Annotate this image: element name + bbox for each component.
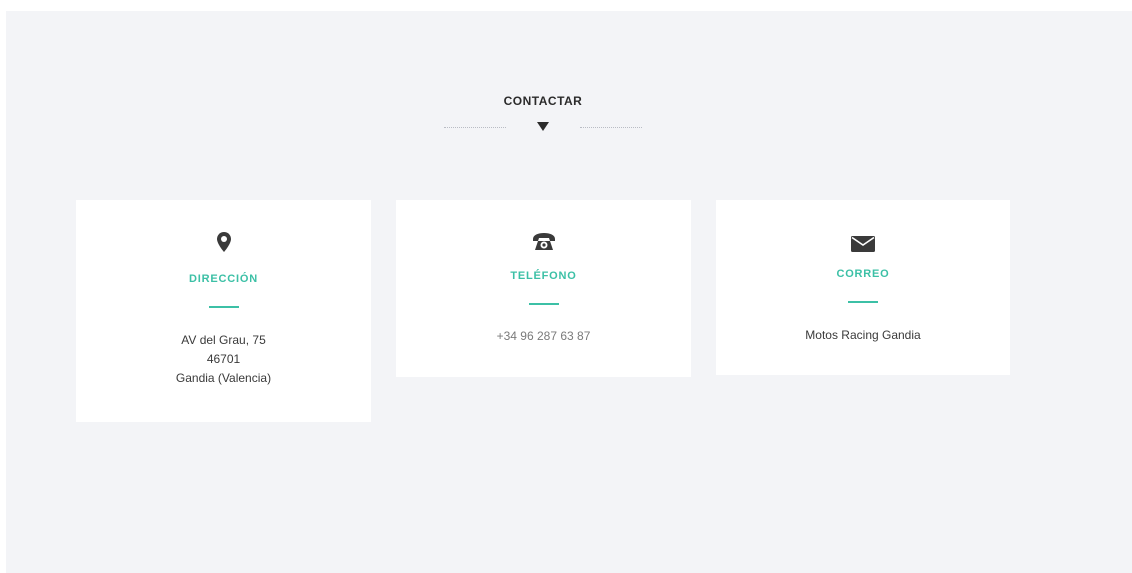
email-link[interactable]: Motos Racing Gandia <box>716 326 1010 345</box>
card-accent-bar <box>208 306 239 308</box>
email-card: CORREO Motos Racing Gandia <box>716 200 1010 375</box>
card-title-address: DIRECCIÓN <box>189 273 258 285</box>
address-line-city: Gandia (Valencia) <box>175 371 272 385</box>
card-title-phone: TELÉFONO <box>510 270 577 282</box>
dotted-line-left <box>444 127 506 128</box>
address-card: DIRECCIÓN AV del Grau, 75 46701 Gandia (… <box>76 200 371 422</box>
card-accent-bar <box>528 303 559 305</box>
address-line-postcode: 46701 <box>206 352 241 366</box>
envelope-icon <box>716 236 1010 252</box>
arrow-down-icon <box>537 122 549 131</box>
card-title-email: CORREO <box>836 268 890 280</box>
card-accent-bar <box>848 301 878 303</box>
address-text: AV del Grau, 75 46701 Gandia (Valencia) <box>76 331 371 388</box>
map-marker-icon <box>76 232 371 252</box>
email-text: Motos Racing Gandia <box>716 326 1010 345</box>
dotted-line-right <box>580 127 642 128</box>
phone-text: +34 96 287 63 87 <box>396 327 691 346</box>
phone-number-link[interactable]: +34 96 287 63 87 <box>396 327 691 346</box>
contact-section: CONTACTAR DIRECCIÓN AV del Grau, 75 4670… <box>6 11 1132 573</box>
telephone-icon <box>396 233 691 251</box>
phone-card: TELÉFONO +34 96 287 63 87 <box>396 200 691 377</box>
heading-divider <box>444 120 644 136</box>
section-heading: CONTACTAR <box>503 94 583 108</box>
address-line-street: AV del Grau, 75 <box>181 333 266 347</box>
